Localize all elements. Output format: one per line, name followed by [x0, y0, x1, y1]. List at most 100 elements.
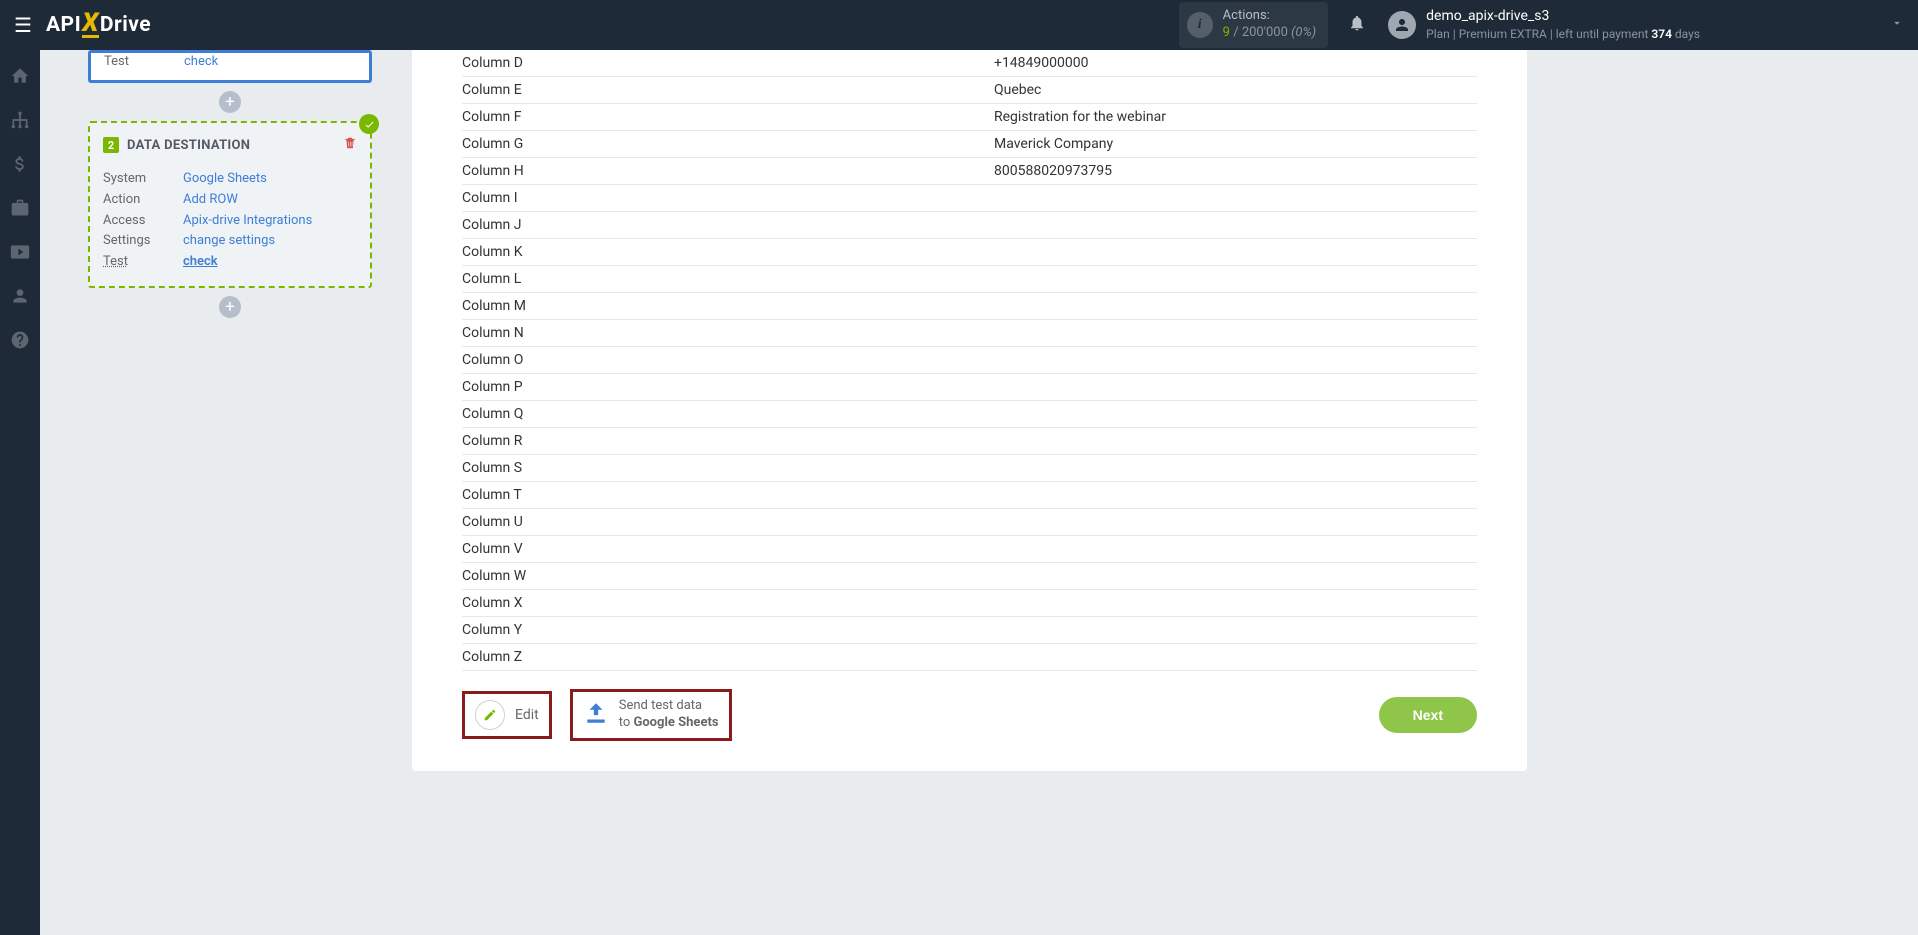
- column-name: Column K: [462, 244, 994, 260]
- check-icon: [359, 114, 379, 134]
- column-name: Column O: [462, 352, 994, 368]
- table-row: Column W: [462, 563, 1477, 590]
- column-name: Column D: [462, 55, 994, 71]
- column-name: Column L: [462, 271, 994, 287]
- column-value: [994, 271, 1477, 287]
- dest-row-value[interactable]: change settings: [183, 231, 275, 252]
- logo[interactable]: APIXDrive: [46, 12, 151, 37]
- table-row: Column O: [462, 347, 1477, 374]
- user-block[interactable]: demo_apix-drive_s3 Plan | Premium EXTRA …: [1426, 7, 1700, 42]
- dest-row-value[interactable]: Apix-drive Integrations: [183, 211, 312, 232]
- table-row: Column Q: [462, 401, 1477, 428]
- table-row: Column D+14849000000: [462, 50, 1477, 77]
- add-step-button-2[interactable]: +: [219, 296, 241, 318]
- column-name: Column Q: [462, 406, 994, 422]
- column-value: [994, 352, 1477, 368]
- table-row: Column GMaverick Company: [462, 131, 1477, 158]
- next-button[interactable]: Next: [1379, 697, 1477, 733]
- column-name: Column P: [462, 379, 994, 395]
- dest-row-label: System: [103, 169, 183, 190]
- column-name: Column V: [462, 541, 994, 557]
- column-value: [994, 514, 1477, 530]
- dest-title: DATA DESTINATION: [127, 138, 250, 153]
- column-value: [994, 541, 1477, 557]
- bell-icon[interactable]: [1348, 14, 1366, 37]
- source-test-label: Test: [104, 54, 184, 69]
- column-name: Column Y: [462, 622, 994, 638]
- column-name: Column E: [462, 82, 994, 98]
- table-row: Column I: [462, 185, 1477, 212]
- left-sidebar: [0, 50, 40, 935]
- pencil-icon: [475, 700, 505, 730]
- column-value: [994, 487, 1477, 503]
- column-name: Column W: [462, 568, 994, 584]
- column-name: Column G: [462, 136, 994, 152]
- briefcase-icon[interactable]: [10, 198, 30, 218]
- table-row: Column L: [462, 266, 1477, 293]
- dest-row-value[interactable]: check: [183, 252, 218, 273]
- dest-row-value[interactable]: Add ROW: [183, 190, 238, 211]
- send-line2: to Google Sheets: [619, 715, 719, 732]
- dest-row-label: Settings: [103, 231, 183, 252]
- column-value: [994, 433, 1477, 449]
- actions-total: 200'000: [1242, 25, 1288, 40]
- table-row: Column K: [462, 239, 1477, 266]
- data-table: Column D+14849000000Column EQuebecColumn…: [462, 50, 1477, 671]
- hamburger-icon[interactable]: ☰: [14, 13, 32, 37]
- data-source-card: Test check: [88, 50, 372, 83]
- column-value: [994, 568, 1477, 584]
- info-icon: i: [1187, 12, 1213, 38]
- table-row: Column Y: [462, 617, 1477, 644]
- upload-icon: [583, 700, 609, 730]
- youtube-icon[interactable]: [10, 242, 30, 262]
- table-row: Column FRegistration for the webinar: [462, 104, 1477, 131]
- column-value: [994, 460, 1477, 476]
- column-value: +14849000000: [994, 55, 1477, 71]
- add-step-button[interactable]: +: [219, 91, 241, 113]
- column-value: Maverick Company: [994, 136, 1477, 152]
- table-row: Column V: [462, 536, 1477, 563]
- dest-row-value[interactable]: Google Sheets: [183, 169, 267, 190]
- send-test-data-button[interactable]: Send test data to Google Sheets: [570, 689, 732, 741]
- column-value: Quebec: [994, 82, 1477, 98]
- column-name: Column M: [462, 298, 994, 314]
- table-row: Column H800588020973795: [462, 158, 1477, 185]
- avatar-icon[interactable]: [1388, 11, 1416, 39]
- trash-icon[interactable]: [343, 136, 357, 154]
- column-name: Column J: [462, 217, 994, 233]
- column-name: Column X: [462, 595, 994, 611]
- user-icon[interactable]: [10, 286, 30, 306]
- table-row: Column N: [462, 320, 1477, 347]
- help-icon[interactable]: [10, 330, 30, 350]
- table-row: Column M: [462, 293, 1477, 320]
- actions-box[interactable]: i Actions: 9 / 200'000 (0%): [1179, 2, 1328, 48]
- connections-icon[interactable]: [10, 110, 30, 130]
- column-value: [994, 649, 1477, 665]
- table-row: Column X: [462, 590, 1477, 617]
- dest-row-label: Access: [103, 211, 183, 232]
- column-name: Column S: [462, 460, 994, 476]
- column-value: [994, 622, 1477, 638]
- user-name: demo_apix-drive_s3: [1426, 7, 1700, 26]
- main-content: Column D+14849000000Column EQuebecColumn…: [412, 50, 1527, 771]
- table-row: Column Z: [462, 644, 1477, 671]
- table-row: Column EQuebec: [462, 77, 1477, 104]
- source-test-value[interactable]: check: [184, 54, 218, 69]
- column-name: Column Z: [462, 649, 994, 665]
- column-name: Column H: [462, 163, 994, 179]
- actions-label: Actions:: [1223, 8, 1316, 25]
- chevron-down-icon[interactable]: [1890, 16, 1904, 34]
- column-value: [994, 298, 1477, 314]
- dollar-icon[interactable]: [10, 154, 30, 174]
- column-name: Column I: [462, 190, 994, 206]
- home-icon[interactable]: [10, 66, 30, 86]
- edit-label: Edit: [515, 707, 539, 723]
- column-name: Column F: [462, 109, 994, 125]
- column-value: [994, 217, 1477, 233]
- dest-row-label: Action: [103, 190, 183, 211]
- table-row: Column R: [462, 428, 1477, 455]
- column-name: Column T: [462, 487, 994, 503]
- column-value: [994, 244, 1477, 260]
- column-value: [994, 190, 1477, 206]
- edit-button[interactable]: Edit: [462, 691, 552, 739]
